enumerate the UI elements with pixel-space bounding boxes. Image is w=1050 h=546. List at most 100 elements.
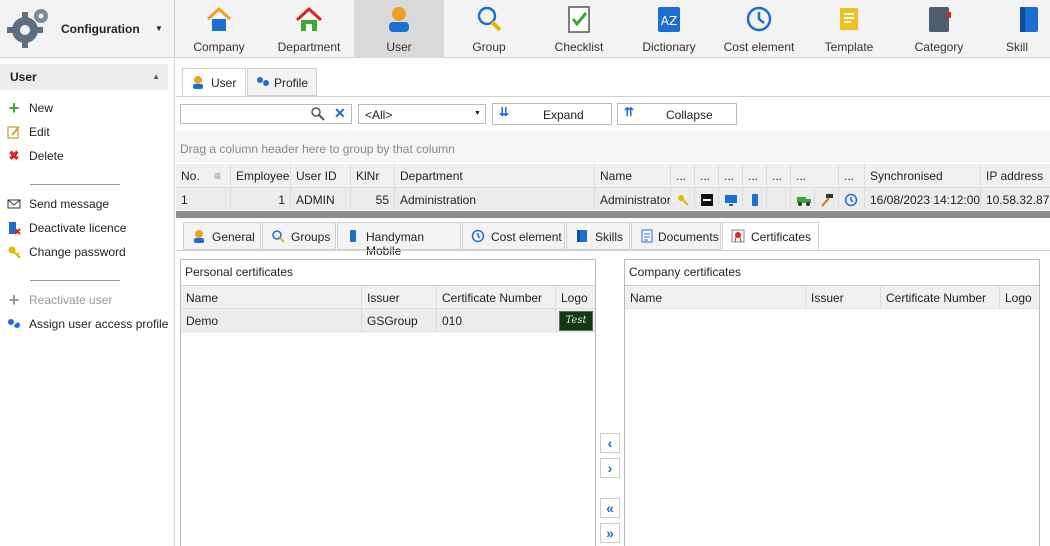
nav-label: Group: [472, 40, 506, 54]
edit-icon: [7, 125, 21, 139]
column-header[interactable]: Issuer: [805, 286, 880, 308]
handyman-icon: [694, 188, 718, 210]
group-select[interactable]: <All> ▼: [358, 104, 486, 124]
column-header[interactable]: ...: [742, 164, 766, 187]
nav-company[interactable]: Company: [174, 0, 264, 58]
tab-cost-element[interactable]: Cost element: [462, 222, 565, 250]
deactivate-icon: [7, 221, 21, 235]
configuration-menu[interactable]: Configuration ▼: [0, 0, 175, 58]
clock-icon: [471, 229, 485, 243]
column-header[interactable]: ...: [766, 164, 790, 187]
nav-label: User: [386, 40, 412, 54]
personal-certificates-panel: Personal certificates Name Issuer Certif…: [180, 259, 596, 546]
column-header[interactable]: ...: [670, 164, 694, 187]
deactivate-licence-action[interactable]: Deactivate licence: [0, 218, 170, 238]
tab-certificates[interactable]: Certificates: [722, 222, 819, 250]
category-icon: [925, 4, 953, 34]
tab-user[interactable]: User: [182, 68, 246, 96]
group-panel[interactable]: Drag a column header here to group by th…: [176, 130, 1050, 163]
column-header[interactable]: No. ≡: [176, 164, 230, 187]
nav-cost-element[interactable]: Cost element: [714, 0, 804, 58]
column-header[interactable]: Certificate Number: [436, 286, 555, 308]
nav-label: Skill: [1005, 40, 1028, 54]
clock-icon: [745, 4, 773, 34]
envelope-icon: [7, 197, 21, 211]
group-icon: [475, 4, 503, 34]
column-header[interactable]: ...: [790, 164, 814, 187]
chevron-up-icon[interactable]: ▲: [152, 72, 160, 81]
department-icon: [295, 4, 323, 34]
column-header[interactable]: User ID: [290, 164, 350, 187]
column-header[interactable]: Department: [394, 164, 594, 187]
column-header[interactable]: Logo: [555, 286, 595, 308]
move-left-button[interactable]: ‹: [600, 433, 620, 453]
column-header[interactable]: Issuer: [361, 286, 436, 308]
search-icon[interactable]: [311, 107, 325, 124]
phone-icon: [742, 188, 766, 210]
send-message-action[interactable]: Send message: [0, 194, 170, 214]
sidebar-separator: [30, 184, 120, 185]
personal-grid-header: Name Issuer Certificate Number Logo: [181, 285, 595, 309]
move-all-left-button[interactable]: «: [600, 498, 620, 518]
configuration-title: Configuration: [61, 22, 140, 36]
users-grid-header: No. ≡ Employee User ID KlNr Department Na…: [176, 164, 1050, 188]
nav-label: Cost element: [723, 40, 795, 54]
nav-checklist[interactable]: Checklist: [534, 0, 624, 58]
nav-label: Template: [824, 40, 874, 54]
nav-category[interactable]: Category: [894, 0, 984, 58]
search-input[interactable]: ✕: [180, 104, 352, 124]
delete-action[interactable]: ✖ Delete: [0, 146, 170, 166]
column-header[interactable]: Logo: [999, 286, 1039, 308]
nav-user[interactable]: User: [354, 0, 444, 58]
table-row[interactable]: 1 1 ADMIN 55 Administration Administrato…: [176, 188, 1050, 210]
tab-general[interactable]: General: [183, 222, 261, 250]
sidebar-title: User: [10, 70, 37, 84]
column-header[interactable]: ...: [694, 164, 718, 187]
template-icon: [835, 4, 863, 34]
column-header[interactable]: Name: [594, 164, 670, 187]
certificate-logo: Test: [559, 311, 593, 331]
profile-icon: [7, 317, 21, 331]
tab-documents[interactable]: Documents: [631, 222, 721, 250]
assign-profile-action[interactable]: Assign user access profile: [0, 314, 170, 334]
nav-department[interactable]: Department: [264, 0, 354, 58]
sidebar-header[interactable]: User ▲: [0, 64, 168, 90]
blank-icon: [766, 188, 790, 210]
chevron-down-icon[interactable]: ▼: [155, 24, 163, 33]
column-header[interactable]: ...: [838, 164, 862, 187]
clock-icon: [838, 188, 862, 210]
column-header[interactable]: IP address: [980, 164, 1050, 187]
personal-certificates-title: Personal certificates: [185, 265, 294, 279]
tab-skills[interactable]: Skills: [566, 222, 630, 250]
monitor-icon: [718, 188, 742, 210]
company-certificates-title: Company certificates: [629, 265, 742, 279]
tab-groups[interactable]: Groups: [262, 222, 336, 250]
move-right-button[interactable]: ›: [600, 458, 620, 478]
splitter[interactable]: [176, 211, 1050, 218]
tab-profile[interactable]: Profile: [247, 68, 317, 96]
nav-template[interactable]: Template: [804, 0, 894, 58]
phone-icon: [346, 229, 360, 243]
column-header[interactable]: ...: [718, 164, 742, 187]
new-action[interactable]: + New: [0, 98, 170, 118]
column-header[interactable]: Synchronised: [864, 164, 980, 187]
skill-icon: [1015, 4, 1043, 34]
expand-button[interactable]: ⇊ Expand: [492, 103, 612, 125]
edit-action[interactable]: Edit: [0, 122, 170, 142]
tab-handyman-mobile[interactable]: Handyman Mobile: [337, 222, 461, 258]
nav-group[interactable]: Group: [444, 0, 534, 58]
clear-icon[interactable]: ✕: [334, 105, 346, 122]
nav-dictionary[interactable]: AZ Dictionary: [624, 0, 714, 58]
collapse-button[interactable]: ⇈ Collapse: [617, 103, 737, 125]
column-header[interactable]: KlNr: [350, 164, 394, 187]
change-password-action[interactable]: Change password: [0, 242, 170, 262]
company-certificates-panel: Company certificates Name Issuer Certifi…: [624, 259, 1040, 546]
table-row[interactable]: Demo GSGroup 010 Test: [181, 309, 595, 333]
nav-skill[interactable]: Skill: [984, 0, 1050, 58]
column-header[interactable]: Name: [181, 286, 361, 308]
column-header[interactable]: Employee: [230, 164, 290, 187]
move-all-right-button[interactable]: »: [600, 523, 620, 543]
column-header[interactable]: Name: [625, 286, 805, 308]
reactivate-user-action[interactable]: + Reactivate user: [0, 290, 170, 310]
column-header[interactable]: Certificate Number: [880, 286, 999, 308]
